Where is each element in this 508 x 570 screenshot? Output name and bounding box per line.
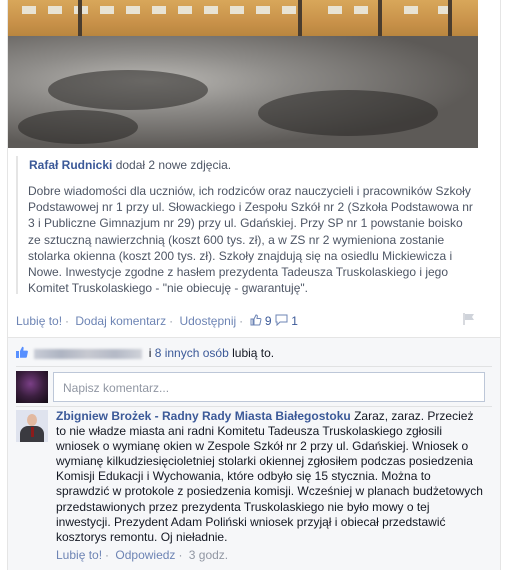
share-link[interactable]: Udostępnij: [179, 314, 236, 328]
post-action-text: dodał 2 nowe zdjęcia.: [115, 158, 232, 172]
like-summary-icon: [16, 346, 28, 358]
quote-bar: [16, 156, 18, 294]
post-right-border: [500, 0, 501, 570]
post-author-line: Rafał Rudnicki dodał 2 nowe zdjęcia.: [29, 158, 231, 172]
current-user-avatar[interactable]: [16, 371, 48, 403]
speech-bubble-icon: [275, 314, 288, 327]
post-photo[interactable]: [8, 0, 478, 148]
post-actions: Lubię to! · Dodaj komentarz · Udostępnij · …: [16, 314, 298, 328]
post-text: Dobre wiadomości dla uczniów, ich rodzic…: [28, 184, 473, 296]
others-likes-link[interactable]: 8 innych osób: [155, 346, 229, 360]
blurred-liker-name[interactable]: [34, 348, 143, 359]
post-author-link[interactable]: Rafał Rudnicki: [29, 158, 112, 172]
likes-and: i: [148, 346, 152, 360]
like-count: 9: [264, 314, 272, 328]
commenter-avatar[interactable]: [16, 410, 48, 442]
flag-icon[interactable]: [462, 312, 476, 326]
comment-count: 1: [291, 314, 298, 328]
comment-count-group[interactable]: 1: [275, 314, 298, 328]
comment-text: Zaraz, zaraz. Przecież to nie władze mia…: [56, 409, 483, 544]
thumbs-up-icon: [250, 314, 261, 326]
comment-input-box[interactable]: [53, 372, 485, 402]
comment-body: Zbigniew Brożek - Radny Rady Miasta Biał…: [56, 409, 486, 545]
like-count-group[interactable]: 9: [250, 314, 275, 328]
comment-link[interactable]: Dodaj komentarz: [75, 314, 166, 328]
comment-reply-link[interactable]: Odpowiedz: [115, 548, 175, 562]
likes-suffix: lubią to.: [232, 346, 275, 360]
comment-author-link[interactable]: Zbigniew Brożek - Radny Rady Miasta Biał…: [56, 409, 351, 423]
comment-separator: [16, 406, 492, 407]
comment-actions: Lubię to! · Odpowiedz · 3 godz.: [56, 548, 229, 562]
comment-timestamp[interactable]: 3 godz.: [189, 548, 228, 562]
likes-summary: i 8 innych osób lubią to.: [16, 346, 274, 360]
comment-input[interactable]: [61, 374, 485, 402]
likes-separator: [16, 366, 492, 367]
like-link[interactable]: Lubię to!: [16, 314, 62, 328]
comment-like-link[interactable]: Lubię to!: [56, 548, 102, 562]
